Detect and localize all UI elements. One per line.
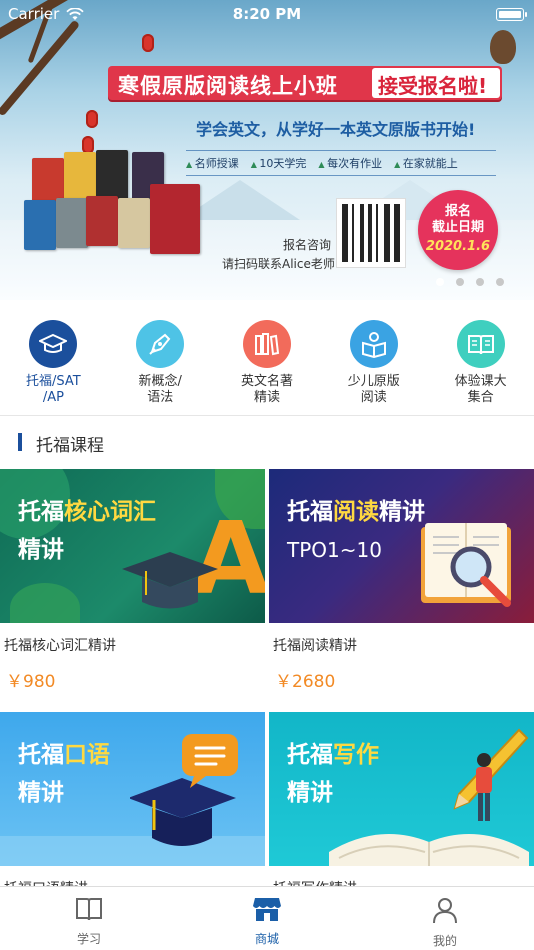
category-kids-reading[interactable]: 少儿原版 阅读 [320,320,427,410]
category-label: 新概念/ 语法 [138,374,182,405]
pinecone-decoration [490,30,516,64]
carousel-dot[interactable] [436,278,444,286]
feature-item: 在家就能上 [394,155,458,171]
book-magnifier-icon [421,523,511,607]
cover-title-sub: 精讲 [287,780,333,806]
feature-item: 10天学完 [251,155,306,171]
cover-title-highlight: 口语 [64,742,110,768]
book-icon [76,898,102,921]
banner-title: 寒假原版阅读线上小班 [118,74,338,98]
course-cover-image: 托福写作 精讲 [269,712,534,866]
course-card-speaking[interactable]: 托福口语 精讲 托福口语精讲 [0,712,265,898]
books-icon [242,320,291,368]
qr-code-icon [336,198,406,268]
banner-title-highlight: 接受报名啦! [378,74,488,98]
tab-study[interactable]: 学习 [0,887,178,950]
category-label: 体验课大 集合 [454,374,507,405]
banner-subtitle: 学会英文，从学好一本英文原版书开始! [196,120,476,139]
course-card-vocabulary[interactable]: A 托福核心词汇 精讲 托福核心词汇精讲 ￥980 [0,469,265,692]
category-toefl[interactable]: 托福/SAT /AP [0,320,107,410]
cover-title-sub: 精讲 [18,537,64,563]
lantern-decoration [142,34,154,52]
course-card-reading[interactable]: 托福阅读精讲 TPO1~10 托福阅读精讲 ￥2680 [269,469,534,692]
carousel-dot[interactable] [496,278,504,286]
promo-banner[interactable]: 寒假原版阅读线上小班 接受报名啦! 学会英文，从学好一本英文原版书开始! 名师授… [0,0,534,300]
cover-title: 托福 [287,742,333,768]
pen-nib-icon [136,320,185,368]
carousel-dot[interactable] [476,278,484,286]
tab-store[interactable]: 商城 [178,887,356,950]
carousel-dot[interactable] [456,278,464,286]
category-new-concept[interactable]: 新概念/ 语法 [107,320,214,410]
category-trial-classes[interactable]: 体验课大 集合 [427,320,534,410]
deadline-label-2: 截止日期 [431,220,484,235]
feature-item: 每次有作业 [318,155,382,171]
course-price: ￥980 [6,672,56,692]
tab-label: 商城 [254,932,279,946]
battery-icon [496,8,527,21]
course-name: 托福阅读精讲 [273,638,357,654]
tab-label: 学习 [76,932,101,946]
category-label: 英文名著 精读 [240,374,293,405]
child-reading-icon [349,320,398,368]
deadline-date: 2020.1.6 [425,239,491,254]
student-figure-icon [476,753,492,821]
cover-title-highlight: 核心词汇 [64,499,156,525]
course-cover-image: A 托福核心词汇 精讲 [0,469,265,623]
consult-contact: 请扫码联系Alice老师 [222,257,335,271]
deadline-label-1: 报名 [444,204,471,219]
cover-title: 托福 [287,499,333,525]
category-classics[interactable]: 英文名著 精读 [214,320,321,410]
section-title: 托福课程 [36,436,104,456]
carousel-page-indicator[interactable] [436,278,504,286]
deadline-badge: 报名 截止日期 2020.1.6 [418,190,498,270]
cover-title-highlight: 写作 [333,742,379,768]
status-time: 8:20 PM [232,5,302,23]
course-cover-image: 托福口语 精讲 [0,712,265,866]
cover-title: 托福 [18,499,64,525]
person-icon [433,898,457,924]
course-card-writing[interactable]: 托福写作 精讲 托福写作精讲 [269,712,534,898]
course-price: ￥2680 [275,672,336,692]
graduation-cap-icon [29,320,78,368]
course-name: 托福核心词汇精讲 [4,638,116,654]
open-book-icon [456,320,505,368]
cover-title-sub: 精讲 [18,780,64,806]
category-label: 少儿原版 阅读 [347,374,400,405]
lantern-decoration [86,110,98,128]
banner-features: 名师授课 10天学完 每次有作业 在家就能上 [186,155,458,171]
books-illustration [24,148,204,258]
divider [0,415,534,416]
category-row: 托福/SAT /AP 新概念/ 语法 英文名著 精读 少儿原版 阅读 体验课大 … [0,320,534,410]
status-bar: Carrier 8:20 PM [0,0,534,30]
category-label: 托福/SAT /AP [26,374,81,405]
consult-label: 报名咨询 [283,238,332,252]
tab-me[interactable]: 我的 [356,887,534,950]
cover-title-highlight: 阅读 [333,499,379,525]
cover-title: 托福 [18,742,64,768]
tab-bar: 学习 商城 我的 [0,886,534,950]
tab-label: 我的 [432,934,457,948]
chat-bubble-icon [182,734,238,788]
cover-title-sub: 精讲 [379,499,425,525]
cover-subtitle: TPO1~10 [287,538,382,562]
course-cover-image: 托福阅读精讲 TPO1~10 [269,469,534,623]
section-accent-bar [18,433,22,451]
store-icon [253,898,281,921]
